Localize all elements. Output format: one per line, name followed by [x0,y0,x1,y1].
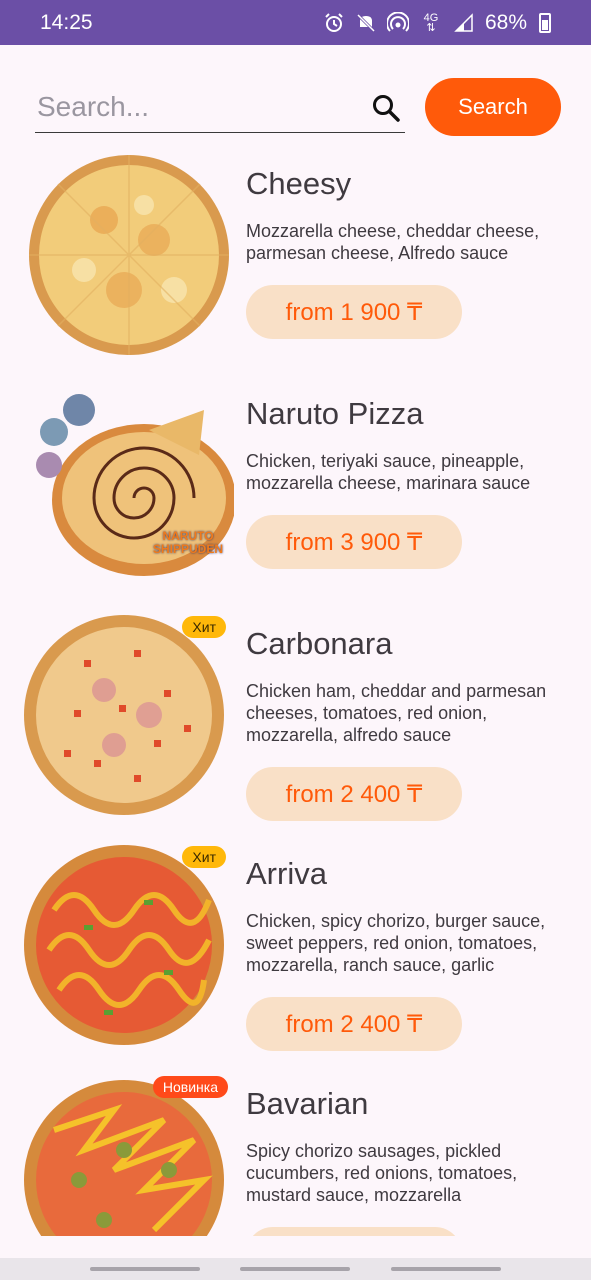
search-button[interactable]: Search [425,78,561,136]
product-card[interactable]: Cheesy Mozzarella cheese, cheddar cheese… [0,146,591,376]
battery-icon [539,12,551,33]
product-description: Spicy chorizo sausages, pickled cucumber… [246,1141,518,1205]
search-input[interactable] [35,90,355,123]
price-button[interactable] [246,1227,462,1236]
badge-hit: Хит [182,846,226,868]
product-card[interactable]: Хит Arriva Chicken, spicy chorizo, burge… [0,836,591,1066]
search-bar: Search [35,78,561,136]
system-navigation-bar [0,1258,591,1280]
naruto-logo: NARUTO SHIPPUDEN [152,529,223,556]
nav-handle-right[interactable] [390,1267,501,1271]
status-time: 14:25 [40,10,93,34]
product-description: Chicken, spicy chorizo, burger sauce, sw… [246,911,546,975]
product-name: Cheesy [246,166,352,201]
hotspot-icon [386,11,409,34]
status-icons: 4G ⇅ 68% [323,11,551,35]
product-card[interactable]: NARUTO SHIPPUDEN Naruto Pizza Chicken, t… [0,376,591,606]
battery-percent: 68% [484,10,527,34]
product-description: Mozzarella cheese, cheddar cheese, parme… [246,221,540,263]
badge-hit: Хит [182,616,226,638]
badge-new: Новинка [152,1076,228,1098]
product-card[interactable]: Новинка Bavarian Spicy chorizo sausages,… [0,1066,591,1236]
product-name: Bavarian [246,1086,369,1121]
search-field [35,81,405,133]
nav-handle-center[interactable] [240,1267,351,1271]
product-name: Naruto Pizza [246,396,424,431]
product-card[interactable]: Хит Carbonara Chicken ham, cheddar and p… [0,606,591,836]
price-button[interactable]: from 2 400 ₸ [246,767,462,821]
4g-icon: 4G ⇅ [423,11,439,34]
pizza-image: Новинка [24,1070,234,1236]
product-name: Arriva [246,856,327,891]
nav-handle-left[interactable] [90,1267,201,1271]
signal-icon [453,12,475,34]
mute-icon [355,12,377,34]
product-list[interactable]: Cheesy Mozzarella cheese, cheddar cheese… [0,146,591,1236]
pizza-image: NARUTO SHIPPUDEN [24,380,236,590]
product-description: Chicken ham, cheddar and parmesan cheese… [246,681,547,745]
search-icon[interactable] [371,93,401,123]
product-name: Carbonara [246,626,393,661]
price-button[interactable]: from 3 900 ₸ [246,515,462,569]
pizza-image: Хит [24,840,234,1050]
price-button[interactable]: from 2 400 ₸ [246,997,462,1051]
status-bar: 14:25 4G ⇅ 68% [0,0,591,45]
pizza-image [24,150,234,360]
alarm-icon [323,12,345,34]
product-description: Chicken, teriyaki sauce, pineapple, mozz… [246,451,531,493]
pizza-image: Хит [24,610,234,820]
price-button[interactable]: from 1 900 ₸ [246,285,462,339]
